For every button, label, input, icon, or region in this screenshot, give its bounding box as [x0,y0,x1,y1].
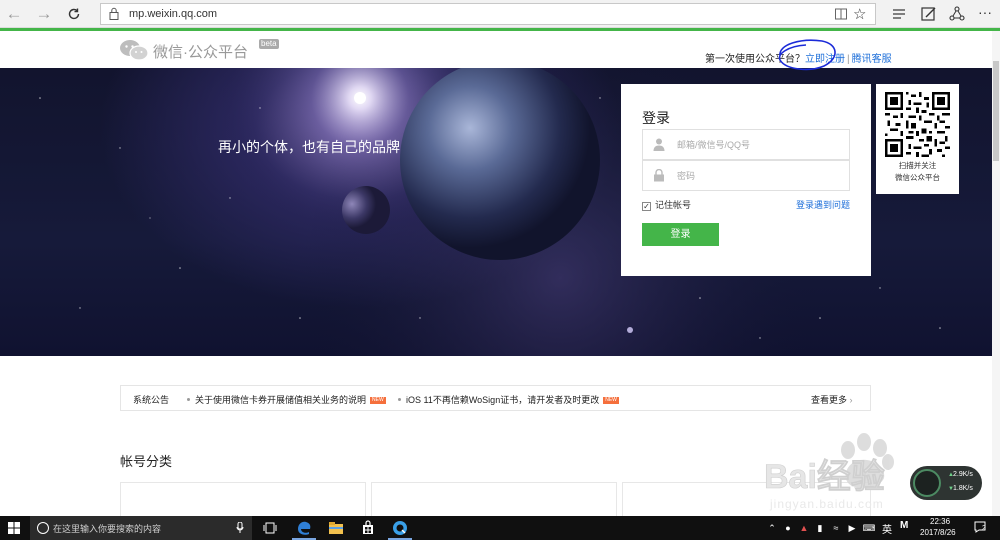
new-badge: NEW [370,397,386,404]
remember-label: 记住帐号 [655,200,692,210]
qr-caption: 扫描并关注 微信公众平台 [876,160,959,184]
announcement-text[interactable]: iOS 11不再信赖WoSign证书，请开发者及时更改 [406,395,599,405]
qr-caption-line2: 微信公众平台 [895,173,940,182]
handwritten-circle-annotation [778,39,836,71]
net-speed-widget[interactable]: ▲2.9K/s ▼1.8K/s [910,466,982,500]
notification-count: 2 [982,525,986,532]
hub-icon[interactable] [890,5,908,23]
ime-mode-icon[interactable]: M [900,520,910,534]
clock-date[interactable]: 2017/8/26 [920,528,956,537]
announcement-item[interactable]: iOS 11不再信赖WoSign证书，请开发者及时更改 NEW [398,393,619,406]
watermark-text: Bai经验 [764,457,885,496]
forward-arrow-icon[interactable]: → [33,4,55,24]
clock-time[interactable]: 22:36 [930,517,950,526]
link-separator: | [847,54,850,65]
chevron-right-icon: › [849,395,853,405]
view-more-link[interactable]: 查看更多 › [811,393,853,406]
refresh-icon[interactable] [63,4,85,24]
account-field[interactable] [642,129,850,160]
keyboard-icon[interactable]: ⌨ [862,521,876,535]
browser-toolbar: ← → mp.weixin.qq.com ☆ ··· [0,0,1000,28]
wifi-icon[interactable]: ≈ [830,521,842,535]
announcement-item[interactable]: 关于使用微信卡券开展储值相关业务的说明 NEW [187,393,386,406]
hero-slogan: 再小的个体，也有自己的品牌 [218,139,400,155]
logo-text: 微信·公众平台 [153,44,248,61]
cortana-icon [37,522,49,534]
login-title: 登录 [642,110,670,126]
web-note-icon[interactable] [920,5,938,23]
task-view-icon[interactable] [262,520,278,536]
page-scrollbar[interactable] [992,31,1000,516]
upload-speed-value: 2.9K/s [953,471,973,478]
upload-speed: ▲2.9K/s [948,471,973,478]
remember-account[interactable]: ✓ 记住帐号 [642,198,691,211]
bullet-dot [398,398,401,401]
watermark-url: jingyan.baidu.com [770,497,884,511]
share-icon[interactable] [948,5,966,23]
tray-app-icon[interactable]: ● [782,521,794,535]
announcement-text[interactable]: 关于使用微信卡券开展储值相关业务的说明 [195,395,366,405]
view-more-label[interactable]: 查看更多 [811,395,847,405]
input-method-indicator[interactable]: 英 [882,521,892,536]
windows-taskbar: 在这里输入你要搜索的内容 ⌃ ● ▲ ▮ ≈ ▶ ⌨ 英 M 22:36 201… [0,516,1000,540]
download-speed-value: 1.8K/s [953,485,973,492]
announcement-label: 系统公告 [133,395,170,405]
download-speed: ▼1.8K/s [948,485,973,492]
tray-alert-icon[interactable]: ▲ [798,521,810,535]
volume-icon[interactable]: ▶ [846,521,858,535]
favorite-star-icon[interactable]: ☆ [853,5,866,23]
tray-expand-icon[interactable]: ⌃ [766,521,778,535]
password-field[interactable] [642,160,850,191]
store-icon[interactable] [360,520,376,536]
announcement-bar: 系统公告 关于使用微信卡券开展储值相关业务的说明 NEW iOS 11不再信赖Wo… [120,385,871,411]
login-button[interactable]: 登录 [642,223,719,246]
more-menu-icon[interactable]: ··· [976,5,994,23]
back-arrow-icon[interactable]: ← [3,4,25,24]
qr-panel: 扫描并关注 微信公众平台 [876,84,959,194]
login-panel: 登录 ✓ 记住帐号 登录遇到问题 登录 [621,84,871,276]
account-input[interactable] [677,137,837,153]
user-icon [653,138,665,151]
edge-browser-icon[interactable] [296,520,312,536]
new-badge: NEW [603,397,619,404]
battery-icon[interactable]: ▮ [814,521,826,535]
login-problem-link[interactable]: 登录遇到问题 [796,198,850,211]
url-text[interactable]: mp.weixin.qq.com [129,8,217,20]
qr-caption-line1: 扫描并关注 [898,161,937,170]
qr-code-image [885,92,950,157]
taskbar-search-box[interactable]: 在这里输入你要搜索的内容 [30,516,252,540]
speed-gauge-icon [913,469,941,497]
search-placeholder[interactable]: 在这里输入你要搜索的内容 [53,522,161,535]
address-bar[interactable]: mp.weixin.qq.com ☆ [100,3,876,25]
microphone-icon[interactable] [236,522,244,534]
site-header: 微信·公众平台 beta 第一次使用公众平台？立即注册 | 腾讯客服 [0,31,1000,68]
beta-badge: beta [259,39,279,49]
reading-view-icon[interactable] [834,7,848,21]
file-explorer-icon[interactable] [328,520,344,536]
wechat-logo[interactable]: 微信·公众平台 beta [119,39,279,61]
customer-service-link[interactable]: 腾讯客服 [852,54,892,65]
qq-browser-icon[interactable] [392,520,408,536]
account-category-title: 帐号分类 [120,454,173,469]
scrollbar-thumb[interactable] [993,61,999,161]
wechat-icon [120,40,149,61]
bullet-dot [187,398,190,401]
remember-checkbox[interactable]: ✓ [642,202,651,211]
lock-icon [654,169,664,182]
password-input[interactable] [677,168,837,184]
lock-icon [109,7,119,20]
windows-start-icon[interactable] [8,522,20,534]
